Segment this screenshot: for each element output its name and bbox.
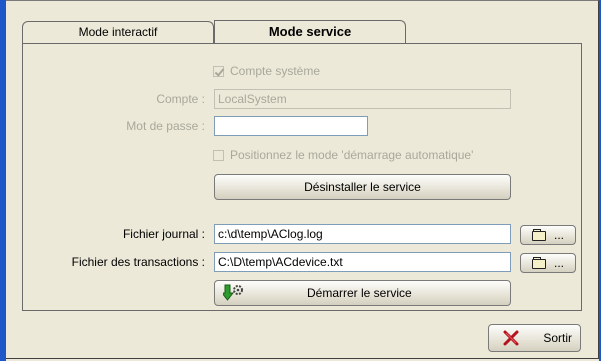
folder-icon — [531, 256, 548, 269]
transactions-file-label: Fichier des transactions : — [71, 255, 205, 269]
uninstall-service-button[interactable]: Désinstaller le service — [214, 174, 511, 200]
password-label: Mot de passe : — [126, 119, 205, 133]
log-file-browse-button[interactable]: ... — [520, 225, 576, 245]
start-service-button[interactable]: Démarrer le service — [214, 280, 511, 306]
autostart-label: Positionnez le mode 'démarrage automatiq… — [230, 148, 474, 162]
tab-mode-interactif[interactable]: Mode interactif — [22, 21, 214, 43]
uninstall-service-label: Désinstaller le service — [304, 180, 421, 194]
folder-icon — [531, 228, 548, 241]
tab-bar: Mode interactif Mode service — [22, 20, 582, 44]
transactions-file-field[interactable]: C:\D\temp\ACdevice.txt — [214, 252, 511, 272]
account-label: Compte : — [156, 92, 205, 106]
tab-mode-service[interactable]: Mode service — [214, 20, 406, 44]
service-panel: Compte système Compte : LocalSystem Mot … — [22, 43, 582, 311]
transactions-file-browse-button[interactable]: ... — [520, 253, 576, 273]
exit-button[interactable]: Sortir — [488, 324, 581, 352]
password-field[interactable] — [214, 116, 368, 136]
exit-label: Sortir — [543, 331, 572, 345]
window-border-left — [0, 0, 6, 361]
autostart-checkbox[interactable]: Positionnez le mode 'démarrage automatiq… — [213, 148, 473, 162]
log-file-field[interactable]: c:\d\temp\AClog.log — [214, 224, 511, 244]
browse-label: ... — [553, 228, 564, 242]
system-account-checkbox[interactable]: Compte système — [213, 64, 320, 78]
checkmark-icon — [213, 65, 224, 77]
red-x-icon — [503, 330, 519, 346]
browse-label: ... — [553, 256, 564, 270]
checkbox-box — [213, 149, 224, 161]
system-account-label: Compte système — [230, 64, 321, 78]
account-field[interactable]: LocalSystem — [214, 89, 511, 109]
start-service-icon — [220, 284, 243, 302]
start-service-label: Démarrer le service — [307, 286, 412, 300]
log-file-label: Fichier journal : — [122, 227, 205, 241]
